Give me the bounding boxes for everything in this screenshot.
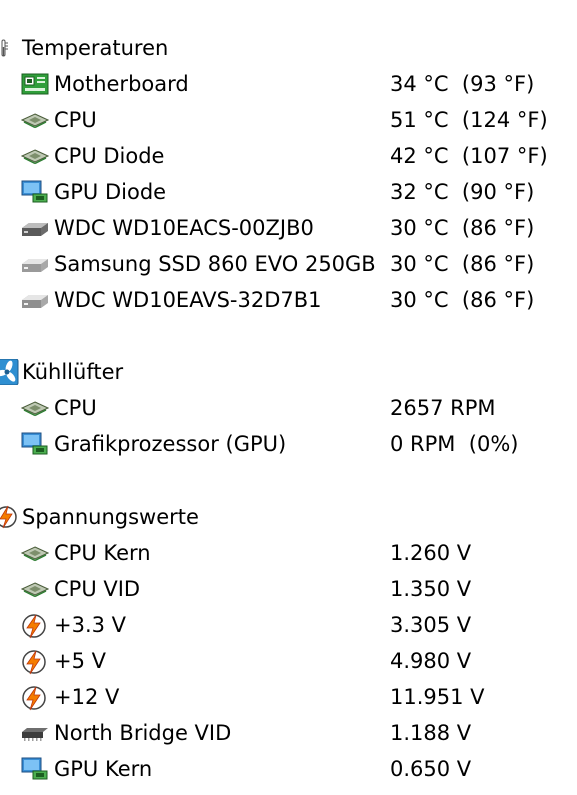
voltage-row-cpu-kern[interactable]: CPU Kern 1.260 V <box>0 535 577 571</box>
ssd-drive-icon <box>21 252 49 276</box>
sensor-row-hdd-1[interactable]: WDC WD10EACS-00ZJB0 30 °C (86 °F) <box>0 210 577 246</box>
cpu-chip-icon <box>21 108 49 132</box>
sensor-label: GPU Diode <box>54 180 167 204</box>
sensor-label: Grafikprozessor (GPU) <box>54 432 287 456</box>
sensor-value: 4.980 V <box>390 649 472 673</box>
section-header[interactable]: Spannungswerte <box>0 499 577 535</box>
section-header[interactable]: Temperaturen <box>0 30 577 66</box>
section-title: Spannungswerte <box>22 505 199 529</box>
sensor-label: Samsung SSD 860 EVO 250GB <box>54 252 376 276</box>
sensor-value: 51 °C (124 °F) <box>390 108 548 132</box>
voltage-row-cpu-vid[interactable]: CPU VID 1.350 V <box>0 571 577 607</box>
lightning-icon <box>0 504 20 529</box>
section-temperaturen: Temperaturen Motherboard 34 °C (93 °F) C… <box>0 30 577 318</box>
fan-row-cpu[interactable]: CPU 2657 RPM <box>0 390 577 426</box>
lightning-icon <box>21 685 49 711</box>
sensor-value: 30 °C (86 °F) <box>390 216 535 240</box>
hard-drive-icon <box>21 288 49 312</box>
sensor-value: 11.951 V <box>390 685 485 709</box>
gpu-monitor-icon <box>21 180 49 204</box>
sensor-value: 32 °C (90 °F) <box>390 180 535 204</box>
fan-icon <box>0 359 20 385</box>
motherboard-icon <box>21 72 49 96</box>
sensor-value: 30 °C (86 °F) <box>390 252 535 276</box>
sensor-value: 0 RPM (0%) <box>390 432 519 456</box>
sensor-label: WDC WD10EACS-00ZJB0 <box>54 216 314 240</box>
gpu-monitor-icon <box>21 757 49 781</box>
sensor-label: Motherboard <box>54 72 189 96</box>
sensor-row-ssd[interactable]: Samsung SSD 860 EVO 250GB 30 °C (86 °F) <box>0 246 577 282</box>
lightning-icon <box>21 649 49 675</box>
section-kuehlluefter: Kühllüfter CPU 2657 RPM Grafikprozessor … <box>0 354 577 462</box>
sensor-value: 1.350 V <box>390 577 472 601</box>
lightning-icon <box>21 613 49 639</box>
sensor-value: 34 °C (93 °F) <box>390 72 535 96</box>
sensor-label: CPU Diode <box>54 144 165 168</box>
sensor-value: 30 °C (86 °F) <box>390 288 535 312</box>
sensor-label: CPU <box>54 396 97 420</box>
sensor-row-cpu-diode[interactable]: CPU Diode 42 °C (107 °F) <box>0 138 577 174</box>
sensor-value: 3.305 V <box>390 613 472 637</box>
cpu-chip-icon <box>21 577 49 601</box>
voltage-row-north-bridge[interactable]: North Bridge VID 1.188 V <box>0 715 577 751</box>
sensor-label: WDC WD10EAVS-32D7B1 <box>54 288 322 312</box>
sensor-value: 1.188 V <box>390 721 472 745</box>
hard-drive-icon <box>21 216 49 240</box>
sensor-row-motherboard[interactable]: Motherboard 34 °C (93 °F) <box>0 66 577 102</box>
voltage-row-3v3[interactable]: +3.3 V 3.305 V <box>0 607 577 643</box>
section-title: Temperaturen <box>22 36 169 60</box>
gpu-monitor-icon <box>21 432 49 456</box>
sensor-label: CPU VID <box>54 577 141 601</box>
section-title: Kühllüfter <box>22 360 124 384</box>
sensor-value: 0.650 V <box>390 757 472 781</box>
cpu-chip-icon <box>21 144 49 168</box>
thermometer-icon <box>0 38 20 62</box>
voltage-row-12v[interactable]: +12 V 11.951 V <box>0 679 577 715</box>
sensor-row-cpu[interactable]: CPU 51 °C (124 °F) <box>0 102 577 138</box>
sensor-label: CPU Kern <box>54 541 151 565</box>
voltage-row-gpu-kern[interactable]: GPU Kern 0.650 V <box>0 751 577 787</box>
section-header[interactable]: Kühllüfter <box>0 354 577 390</box>
sensor-label: North Bridge VID <box>54 721 232 745</box>
section-spannungswerte: Spannungswerte CPU Kern 1.260 V CPU VID … <box>0 499 577 787</box>
sensor-value: 42 °C (107 °F) <box>390 144 548 168</box>
cpu-chip-icon <box>21 396 49 420</box>
fan-row-gpu[interactable]: Grafikprozessor (GPU) 0 RPM (0%) <box>0 426 577 462</box>
cpu-chip-icon <box>21 541 49 565</box>
sensor-row-gpu-diode[interactable]: GPU Diode 32 °C (90 °F) <box>0 174 577 210</box>
sensor-label: +3.3 V <box>54 613 127 637</box>
sensor-value: 1.260 V <box>390 541 472 565</box>
sensor-row-hdd-2[interactable]: WDC WD10EAVS-32D7B1 30 °C (86 °F) <box>0 282 577 318</box>
sensor-label: GPU Kern <box>54 757 153 781</box>
sensor-label: CPU <box>54 108 97 132</box>
voltage-row-5v[interactable]: +5 V 4.980 V <box>0 643 577 679</box>
chipset-icon <box>21 721 49 745</box>
sensor-value: 2657 RPM <box>390 396 496 420</box>
sensor-label: +5 V <box>54 649 106 673</box>
sensor-label: +12 V <box>54 685 120 709</box>
